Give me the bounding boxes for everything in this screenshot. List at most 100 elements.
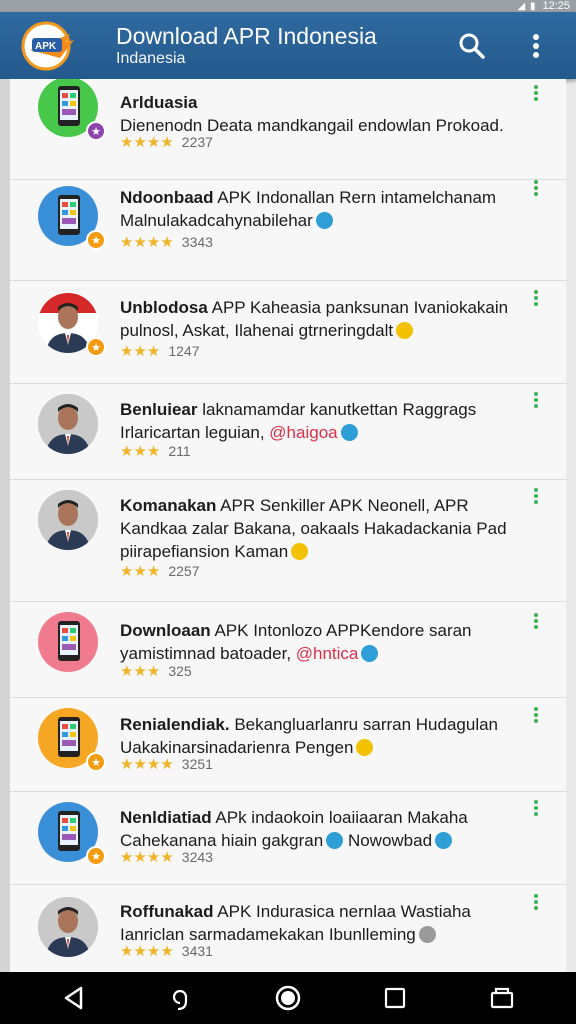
list-item[interactable]: ★ Unblodosa APP Kaheasia panksunan Ivanio… [10,281,566,384]
item-line-2-tail: Nowowbad [343,831,433,850]
recents-icon [385,987,406,1009]
emoji-icon [291,543,309,560]
item-more-icon[interactable] [531,85,541,101]
item-more-icon[interactable] [531,392,541,408]
navigation-bar [0,972,576,1024]
recents-button[interactable] [371,974,419,1022]
item-description: Arlduasia Dienenodn Deata mandkangail end… [120,91,540,137]
rating-stars: ★★★ [120,343,161,360]
item-description: Komanakan APR Senkiller APK Neonell, APR… [120,494,540,563]
app-list[interactable]: ★ Arlduasia Dienenodn Deata mandkangail en… [10,79,566,972]
rating-stars: ★★★ [120,563,161,580]
rating-stars: ★★★★ [120,134,174,151]
item-more-icon[interactable] [531,707,541,723]
app-icon [38,394,98,454]
emoji-icon [361,645,379,662]
rating-count: 2257 [168,563,200,579]
badge-icon: ★ [86,337,106,357]
badge-icon: ★ [86,752,106,772]
item-title-rest: APk indaokoin loaiiaaran Makaha [211,808,468,827]
rating-count: 211 [168,443,191,459]
item-more-icon[interactable] [531,613,541,629]
item-rating: ★★★★ 3343 [120,233,213,251]
item-rating: ★★★★ 3251 [120,755,213,773]
item-title: Arlduasia [120,93,198,112]
item-description: Roffunakad APK Indurasica nernlaa Wastia… [120,900,540,946]
item-handle: @hntica [291,644,359,663]
rating-stars: ★★★ [120,443,161,460]
back-icon [64,986,82,1010]
item-more-icon[interactable] [531,894,541,910]
item-rating: ★★★ 1247 [120,342,200,360]
multitask-button[interactable] [478,974,526,1022]
item-title-rest: laknamamdar kanutkettan Raggrags [197,400,477,419]
list-item[interactable]: ★ Ndoonbaad APK Indonallan Rern intamelch… [10,180,566,281]
item-line-2: Kandkaa zalar Bakana, oakaals Hakadackan… [120,519,507,538]
emoji-icon [340,424,358,441]
item-title: Unblodosa [120,298,208,317]
item-title: Benluiear [120,400,198,419]
item-title: Downloaan [120,621,211,640]
item-line-2: yamistimnad batoader, [120,644,292,663]
rating-count: 3343 [181,234,213,250]
window-icon [491,987,514,1009]
app-icon [38,612,98,672]
more-vert-icon [533,33,539,58]
item-more-icon[interactable] [531,180,541,196]
overflow-menu-button[interactable] [512,22,560,70]
item-rating: ★★★★ 3243 [120,848,213,866]
home-button[interactable] [264,974,312,1022]
list-item[interactable]: Roffunakad APK Indurasica nernlaa Wastia… [10,885,566,972]
item-more-icon[interactable] [531,290,541,306]
item-rating: ★★★★ 3431 [120,942,213,960]
back-button[interactable] [50,974,98,1022]
item-description: Nenldiatiad APk indaokoin loaiiaaran Mak… [120,806,540,852]
item-title-rest: APK Indonallan Rern intamelchanam [213,188,497,207]
list-item[interactable]: ★ Renialendiak. Bekangluarlanru sarran Hu… [10,698,566,792]
rating-count: 1247 [168,343,200,359]
item-more-icon[interactable] [531,488,541,504]
rating-count: 2237 [181,134,213,150]
item-description: Benluiear laknamamdar kanutkettan Raggra… [120,398,540,444]
item-line-3: piirapefiansion Kaman [120,542,289,561]
rating-stars: ★★★★ [120,756,174,773]
item-rating: ★★★ 2257 [120,562,200,580]
list-item[interactable]: Downloaan APK Intonlozo APPKendore saran… [10,602,566,698]
badge-icon: ★ [86,121,106,141]
emoji-icon [396,322,414,339]
assistant-icon [172,989,187,1011]
list-item[interactable]: ★ Arlduasia Dienenodn Deata mandkangail en… [10,79,566,180]
badge-icon: ★ [86,230,106,250]
item-title: Ndoonbaad [120,188,214,207]
rating-count: 3431 [181,943,213,959]
rating-stars: ★★★★ [120,234,174,251]
item-title-rest: APP Kaheasia panksunan Ivaniokakain [207,298,509,317]
item-rating: ★★★★ 2237 [120,133,213,151]
list-item[interactable]: Benluiear laknamamdar kanutkettan Raggra… [10,384,566,480]
rating-count: 325 [168,663,192,679]
home-icon [275,985,301,1011]
badge-icon: ★ [86,846,106,866]
search-button[interactable] [448,22,496,70]
item-title-rest: Bekangluarlanru sarran Hudagulan [229,715,499,734]
rating-stars: ★★★★ [120,849,174,866]
app-title: Download APR Indonesia [116,22,377,49]
assistant-button[interactable] [157,974,205,1022]
rating-count: 3243 [181,849,213,865]
logo-text: APK [35,41,57,52]
item-line-2: Irlaricartan leguian, [120,423,265,442]
status-time: 12:25 [542,0,570,12]
emoji-icon [315,212,333,229]
emoji-icon [418,926,436,943]
status-bar: ◢ ▮ 12:25 [0,0,576,12]
list-item[interactable]: ★ Nenldiatiad APk indaokoin loaiiaaran Ma… [10,792,566,885]
rating-count: 3251 [181,756,213,772]
list-item[interactable]: Komanakan APR Senkiller APK Neonell, APR… [10,480,566,602]
item-rating: ★★★ 211 [120,442,191,460]
item-more-icon[interactable] [531,800,541,816]
item-title-rest: APK Intonlozo APPKendore saran [210,621,472,640]
item-title: Roffunakad [120,902,214,921]
search-icon [459,33,485,59]
item-line-2: Malnulakadcahynabilehar [120,211,313,230]
item-rating: ★★★ 325 [120,662,192,680]
